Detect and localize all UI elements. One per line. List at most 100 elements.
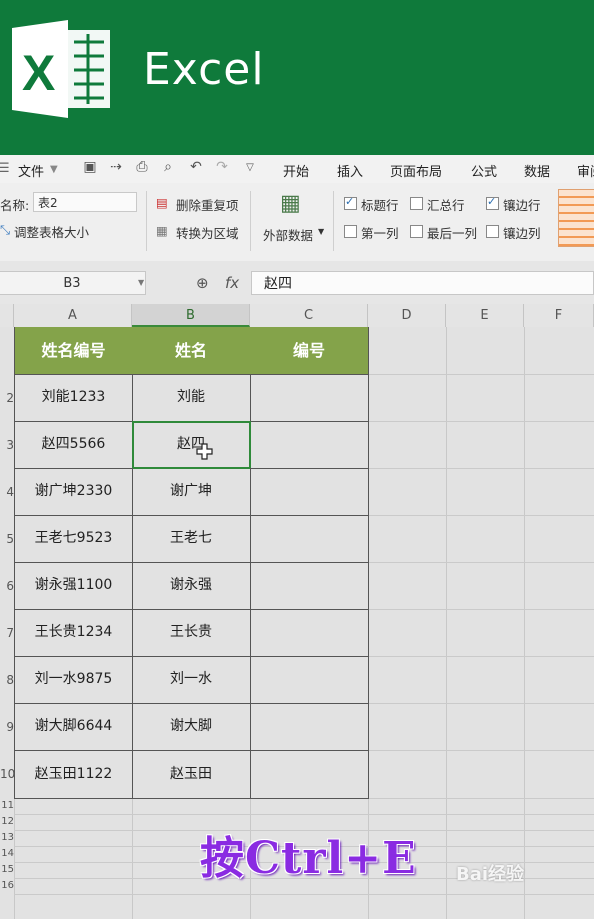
header-row-checkbox[interactable] [344, 195, 357, 210]
table-cell[interactable]: 王长贵1234 [14, 609, 133, 657]
table-cell[interactable]: 谢广坤2330 [14, 468, 133, 516]
table-header-name[interactable]: 姓名 [132, 327, 251, 375]
table-cell[interactable]: 赵玉田 [132, 750, 251, 799]
tab-data[interactable]: 数据 [524, 161, 550, 180]
row-header[interactable]: 9 [0, 720, 14, 734]
table-cell[interactable]: 刘一水 [132, 656, 251, 704]
quick-access-dropdown-icon[interactable]: ▽ [242, 162, 258, 180]
tab-home[interactable]: 开始 [283, 161, 309, 180]
table-cell[interactable]: 赵玉田1122 [14, 750, 133, 799]
tab-review[interactable]: 审阅 [577, 161, 594, 180]
external-data-icon: ▦ [280, 191, 301, 216]
export-icon[interactable]: ⇢ [108, 159, 124, 177]
table-cell[interactable]: 刘能1233 [14, 374, 133, 422]
table-name-input[interactable]: 表2 [33, 192, 137, 212]
row-header[interactable]: 5 [0, 532, 14, 546]
row-header[interactable]: 12 [0, 816, 14, 827]
row-header[interactable]: 13 [0, 832, 14, 843]
row-header[interactable]: 15 [0, 864, 14, 875]
table-cell[interactable]: 王老七9523 [14, 515, 133, 563]
table-cell[interactable]: 刘一水9875 [14, 656, 133, 704]
tab-page-layout[interactable]: 页面布局 [390, 161, 442, 180]
table-cell[interactable] [250, 750, 369, 799]
menu-bar: ☰ 文件 ▼ ▣ ⇢ ⎙ ⌕ ↶ ↷ ▽ 开始 插入 页面布局 公式 数据 审阅 [0, 155, 594, 183]
row-header[interactable]: 14 [0, 848, 14, 859]
table-style-swatch[interactable] [558, 189, 594, 247]
column-header-d[interactable]: D [368, 304, 446, 327]
table-cell[interactable] [250, 374, 369, 422]
banded-columns-label: 镶边列 [503, 226, 541, 241]
menu-icon[interactable]: ☰ [0, 161, 10, 176]
table-cell[interactable] [250, 562, 369, 610]
convert-range-icon: ▦ [156, 223, 168, 238]
resize-table-button[interactable]: 调整表格大小 [14, 222, 89, 241]
table-header-id[interactable]: 编号 [250, 327, 369, 375]
chevron-down-icon[interactable]: ▼ [318, 227, 324, 236]
spreadsheet-grid: A B C D E F 2 3 4 5 6 7 8 9 10 11 12 13 … [0, 304, 594, 919]
row-header[interactable]: 16 [0, 880, 14, 891]
table-cell[interactable] [250, 703, 369, 751]
table-cell[interactable]: 谢永强1100 [14, 562, 133, 610]
ribbon-divider [146, 191, 147, 251]
last-column-label: 最后一列 [427, 226, 478, 241]
row-header[interactable]: 10 [0, 767, 14, 781]
table-cell[interactable] [250, 656, 369, 704]
table-cell[interactable]: 谢大脚6644 [14, 703, 133, 751]
external-data-button[interactable]: 外部数据 [263, 225, 313, 244]
grid-line [14, 894, 594, 895]
table-cell[interactable] [250, 421, 369, 469]
table-cell[interactable]: 谢永强 [132, 562, 251, 610]
table-cell[interactable]: 刘能 [132, 374, 251, 422]
print-icon[interactable]: ⎙ [134, 159, 150, 177]
table-cell[interactable] [250, 515, 369, 563]
zoom-search-icon[interactable]: ⊕ [196, 274, 209, 292]
redo-icon[interactable]: ↷ [214, 159, 230, 177]
column-header-a[interactable]: A [14, 304, 132, 327]
active-cell[interactable]: 赵四 [132, 421, 251, 469]
first-column-checkbox[interactable] [344, 225, 357, 238]
chevron-down-icon[interactable]: ▼ [50, 164, 58, 175]
file-menu[interactable]: 文件 [18, 161, 44, 180]
column-header-c[interactable]: C [250, 304, 368, 327]
cell-reference-box[interactable]: B3 [0, 271, 146, 295]
table-header-name-id[interactable]: 姓名编号 [14, 327, 133, 375]
column-header-b[interactable]: B [132, 304, 250, 327]
undo-icon[interactable]: ↶ [188, 159, 204, 177]
formula-bar: B3 ▼ ⊕ fx 赵四 [0, 261, 594, 304]
row-header[interactable]: 3 [0, 438, 14, 452]
column-header-f[interactable]: F [524, 304, 594, 327]
table-cell[interactable]: 赵四5566 [14, 421, 133, 469]
save-icon[interactable]: ▣ [82, 159, 98, 177]
total-row-checkbox[interactable] [410, 197, 423, 210]
last-column-checkbox[interactable] [410, 225, 423, 238]
tab-formulas[interactable]: 公式 [471, 161, 497, 180]
banded-rows-label: 镶边行 [503, 198, 541, 213]
table-cell[interactable]: 王长贵 [132, 609, 251, 657]
fx-icon[interactable]: fx [225, 274, 239, 292]
table-cell[interactable]: 谢大脚 [132, 703, 251, 751]
table-cell[interactable]: 王老七 [132, 515, 251, 563]
row-header[interactable]: 7 [0, 626, 14, 640]
formula-input[interactable]: 赵四 [251, 271, 594, 295]
convert-to-range-button[interactable]: 转换为区域 [176, 223, 239, 242]
watermark: Bai经验 [456, 864, 525, 885]
row-header[interactable]: 2 [0, 391, 14, 405]
table-cell[interactable] [250, 609, 369, 657]
chevron-down-icon[interactable]: ▼ [138, 278, 144, 287]
table-cell[interactable]: 谢广坤 [132, 468, 251, 516]
row-header[interactable]: 8 [0, 673, 14, 687]
table-cell[interactable] [250, 468, 369, 516]
select-all-corner[interactable] [0, 304, 14, 327]
header-row-label: 标题行 [361, 198, 399, 213]
print-preview-icon[interactable]: ⌕ [160, 159, 176, 177]
row-header[interactable]: 4 [0, 485, 14, 499]
total-row-label: 汇总行 [427, 198, 465, 213]
banded-rows-checkbox[interactable] [486, 195, 499, 210]
tab-insert[interactable]: 插入 [337, 161, 363, 180]
remove-duplicates-button[interactable]: 删除重复项 [176, 195, 239, 214]
ribbon-divider [333, 191, 334, 251]
column-header-e[interactable]: E [446, 304, 524, 327]
row-header[interactable]: 6 [0, 579, 14, 593]
row-header[interactable]: 11 [0, 800, 14, 811]
banded-columns-checkbox[interactable] [486, 225, 499, 238]
